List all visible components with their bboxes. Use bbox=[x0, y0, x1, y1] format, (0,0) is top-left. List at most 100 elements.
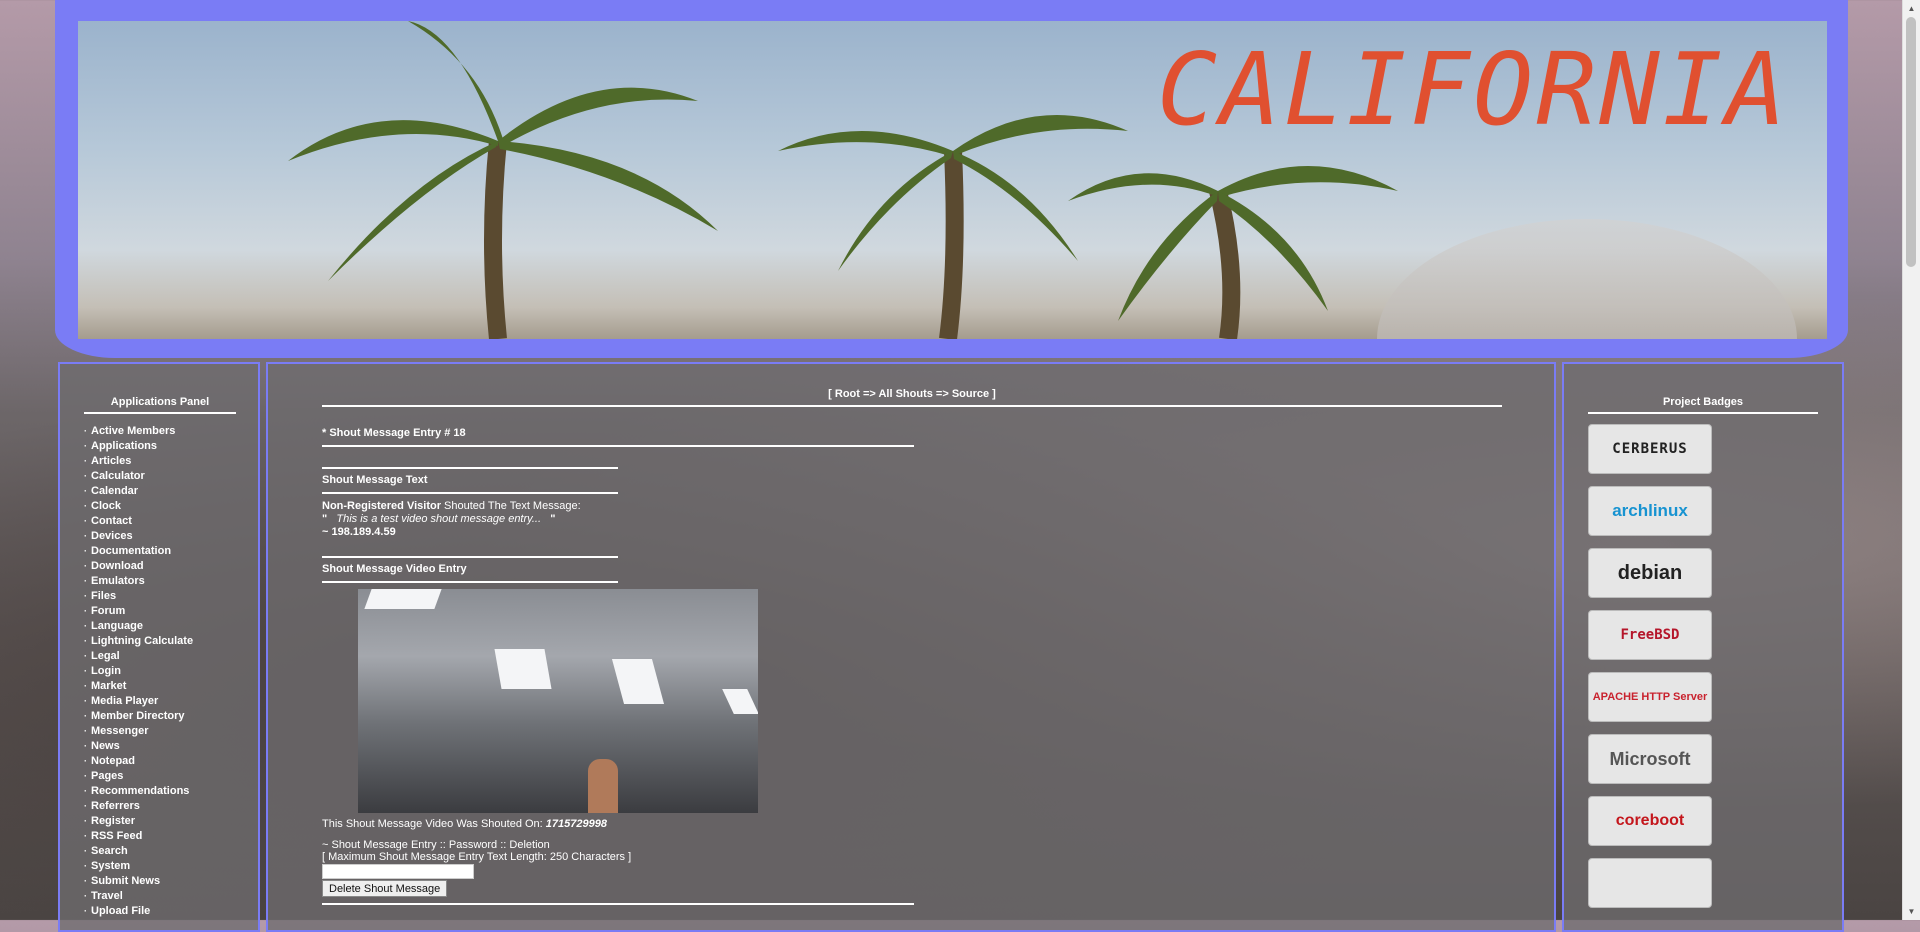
menu-link[interactable]: System bbox=[91, 860, 130, 872]
breadcrumb[interactable]: [ Root => All Shouts => Source ] bbox=[322, 388, 1502, 407]
bullet-icon: · bbox=[84, 681, 87, 691]
menu-item[interactable]: · Submit News bbox=[84, 874, 193, 889]
dots-arrow-logo[interactable] bbox=[1588, 858, 1712, 908]
menu-link[interactable]: Clock bbox=[91, 500, 121, 512]
menu-item[interactable]: · Contact bbox=[84, 514, 193, 529]
menu-link[interactable]: Pages bbox=[91, 770, 123, 782]
ceiling-light bbox=[722, 689, 758, 714]
menu-link[interactable]: Register bbox=[91, 815, 135, 827]
menu-link[interactable]: Documentation bbox=[91, 545, 171, 557]
shout-video[interactable] bbox=[358, 589, 758, 813]
menu-item[interactable]: · Active Members bbox=[84, 424, 193, 439]
menu-item[interactable]: · Upload File bbox=[84, 904, 193, 919]
delete-shout-button[interactable]: Delete Shout Message bbox=[322, 880, 448, 897]
bullet-icon: · bbox=[84, 711, 87, 721]
menu-item[interactable]: · Recommendations bbox=[84, 784, 193, 799]
bullet-icon: · bbox=[84, 651, 87, 661]
menu-item[interactable]: · Notepad bbox=[84, 754, 193, 769]
menu-link[interactable]: Notepad bbox=[91, 755, 135, 767]
menu-link[interactable]: Applications bbox=[91, 440, 157, 452]
menu-link[interactable]: Legal bbox=[91, 650, 120, 662]
menu-item[interactable]: · Login bbox=[84, 664, 193, 679]
apache-logo[interactable]: APACHE HTTP Server bbox=[1588, 672, 1712, 722]
applications-panel: Applications Panel · Active Members · Appli… bbox=[58, 362, 260, 932]
menu-link[interactable]: RSS Feed bbox=[91, 830, 142, 842]
bullet-icon: · bbox=[84, 501, 87, 511]
bullet-icon: · bbox=[84, 726, 87, 736]
password-field[interactable] bbox=[322, 864, 474, 879]
freebsd-logo[interactable]: FreeBSD bbox=[1588, 610, 1712, 660]
menu-link[interactable]: Emulators bbox=[91, 575, 145, 587]
menu-link[interactable]: Recommendations bbox=[91, 785, 189, 797]
scrollbar-thumb[interactable] bbox=[1906, 17, 1916, 267]
debian-logo[interactable]: debian bbox=[1588, 548, 1712, 598]
menu-item[interactable]: · Download bbox=[84, 559, 193, 574]
menu-item[interactable]: · Media Player bbox=[84, 694, 193, 709]
menu-item[interactable]: · Calculator bbox=[84, 469, 193, 484]
menu-link[interactable]: Search bbox=[91, 845, 128, 857]
menu-link[interactable]: News bbox=[91, 740, 120, 752]
menu-item[interactable]: · Devices bbox=[84, 529, 193, 544]
menu-item[interactable]: · Travel bbox=[84, 889, 193, 904]
menu-link[interactable]: Login bbox=[91, 665, 121, 677]
menu-item[interactable]: · Search bbox=[84, 844, 193, 859]
menu-item[interactable]: · System bbox=[84, 859, 193, 874]
menu-item[interactable]: · Register bbox=[84, 814, 193, 829]
menu-item[interactable]: · Documentation bbox=[84, 544, 193, 559]
menu-link[interactable]: Download bbox=[91, 560, 144, 572]
scroll-up-arrow-icon[interactable]: ▲ bbox=[1903, 0, 1920, 17]
page-scrollbar[interactable]: ▲ ▼ bbox=[1902, 0, 1920, 920]
menu-link[interactable]: Files bbox=[91, 590, 116, 602]
menu-item[interactable]: · Articles bbox=[84, 454, 193, 469]
bullet-icon: · bbox=[84, 531, 87, 541]
menu-link[interactable]: Articles bbox=[91, 455, 131, 467]
menu-link[interactable]: Lightning Calculate bbox=[91, 635, 193, 647]
menu-item[interactable]: · RSS Feed bbox=[84, 829, 193, 844]
ceiling-light bbox=[611, 659, 665, 704]
bullet-icon: · bbox=[84, 906, 87, 916]
coreboot-logo[interactable]: coreboot bbox=[1588, 796, 1712, 846]
menu-item[interactable]: · Pages bbox=[84, 769, 193, 784]
menu-link[interactable]: Devices bbox=[91, 530, 133, 542]
bullet-icon: · bbox=[84, 546, 87, 556]
menu-link[interactable]: Messenger bbox=[91, 725, 148, 737]
menu-link[interactable]: Market bbox=[91, 680, 126, 692]
menu-link[interactable]: Media Player bbox=[91, 695, 158, 707]
menu-link[interactable]: Upload File bbox=[91, 905, 150, 917]
menu-link[interactable]: Language bbox=[91, 620, 143, 632]
menu-item[interactable]: · Applications bbox=[84, 439, 193, 454]
cerberus-logo[interactable]: CERBERUS bbox=[1588, 424, 1712, 474]
menu-item[interactable]: · Messenger bbox=[84, 724, 193, 739]
bullet-icon: · bbox=[84, 861, 87, 871]
menu-item[interactable]: · Lightning Calculate bbox=[84, 634, 193, 649]
menu-item[interactable]: · Legal bbox=[84, 649, 193, 664]
menu-item[interactable]: · Referrers bbox=[84, 799, 193, 814]
menu-link[interactable]: Calendar bbox=[91, 485, 138, 497]
archlinux-logo[interactable]: archlinux bbox=[1588, 486, 1712, 536]
menu-item[interactable]: · Files bbox=[84, 589, 193, 604]
menu-item[interactable]: · Calendar bbox=[84, 484, 193, 499]
menu-link[interactable]: Active Members bbox=[91, 425, 175, 437]
bullet-icon: · bbox=[84, 756, 87, 766]
menu-link[interactable]: Member Directory bbox=[91, 710, 185, 722]
bullet-icon: · bbox=[84, 441, 87, 451]
menu-item[interactable]: · Market bbox=[84, 679, 193, 694]
menu-link[interactable]: Referrers bbox=[91, 800, 140, 812]
menu-item[interactable]: · News bbox=[84, 739, 193, 754]
menu-link[interactable]: Contact bbox=[91, 515, 132, 527]
menu-item[interactable]: · Emulators bbox=[84, 574, 193, 589]
menu-link[interactable]: Travel bbox=[91, 890, 123, 902]
bullet-icon: · bbox=[84, 771, 87, 781]
scroll-down-arrow-icon[interactable]: ▼ bbox=[1903, 903, 1920, 920]
bullet-icon: · bbox=[84, 561, 87, 571]
menu-link[interactable]: Forum bbox=[91, 605, 125, 617]
ceiling-light bbox=[364, 589, 442, 609]
menu-item[interactable]: · Clock bbox=[84, 499, 193, 514]
menu-item[interactable]: · Language bbox=[84, 619, 193, 634]
shouted-on-value: 1715729998 bbox=[545, 818, 607, 830]
menu-item[interactable]: · Member Directory bbox=[84, 709, 193, 724]
menu-item[interactable]: · Forum bbox=[84, 604, 193, 619]
menu-link[interactable]: Submit News bbox=[91, 875, 160, 887]
microsoft-logo[interactable]: Microsoft bbox=[1588, 734, 1712, 784]
menu-link[interactable]: Calculator bbox=[91, 470, 145, 482]
